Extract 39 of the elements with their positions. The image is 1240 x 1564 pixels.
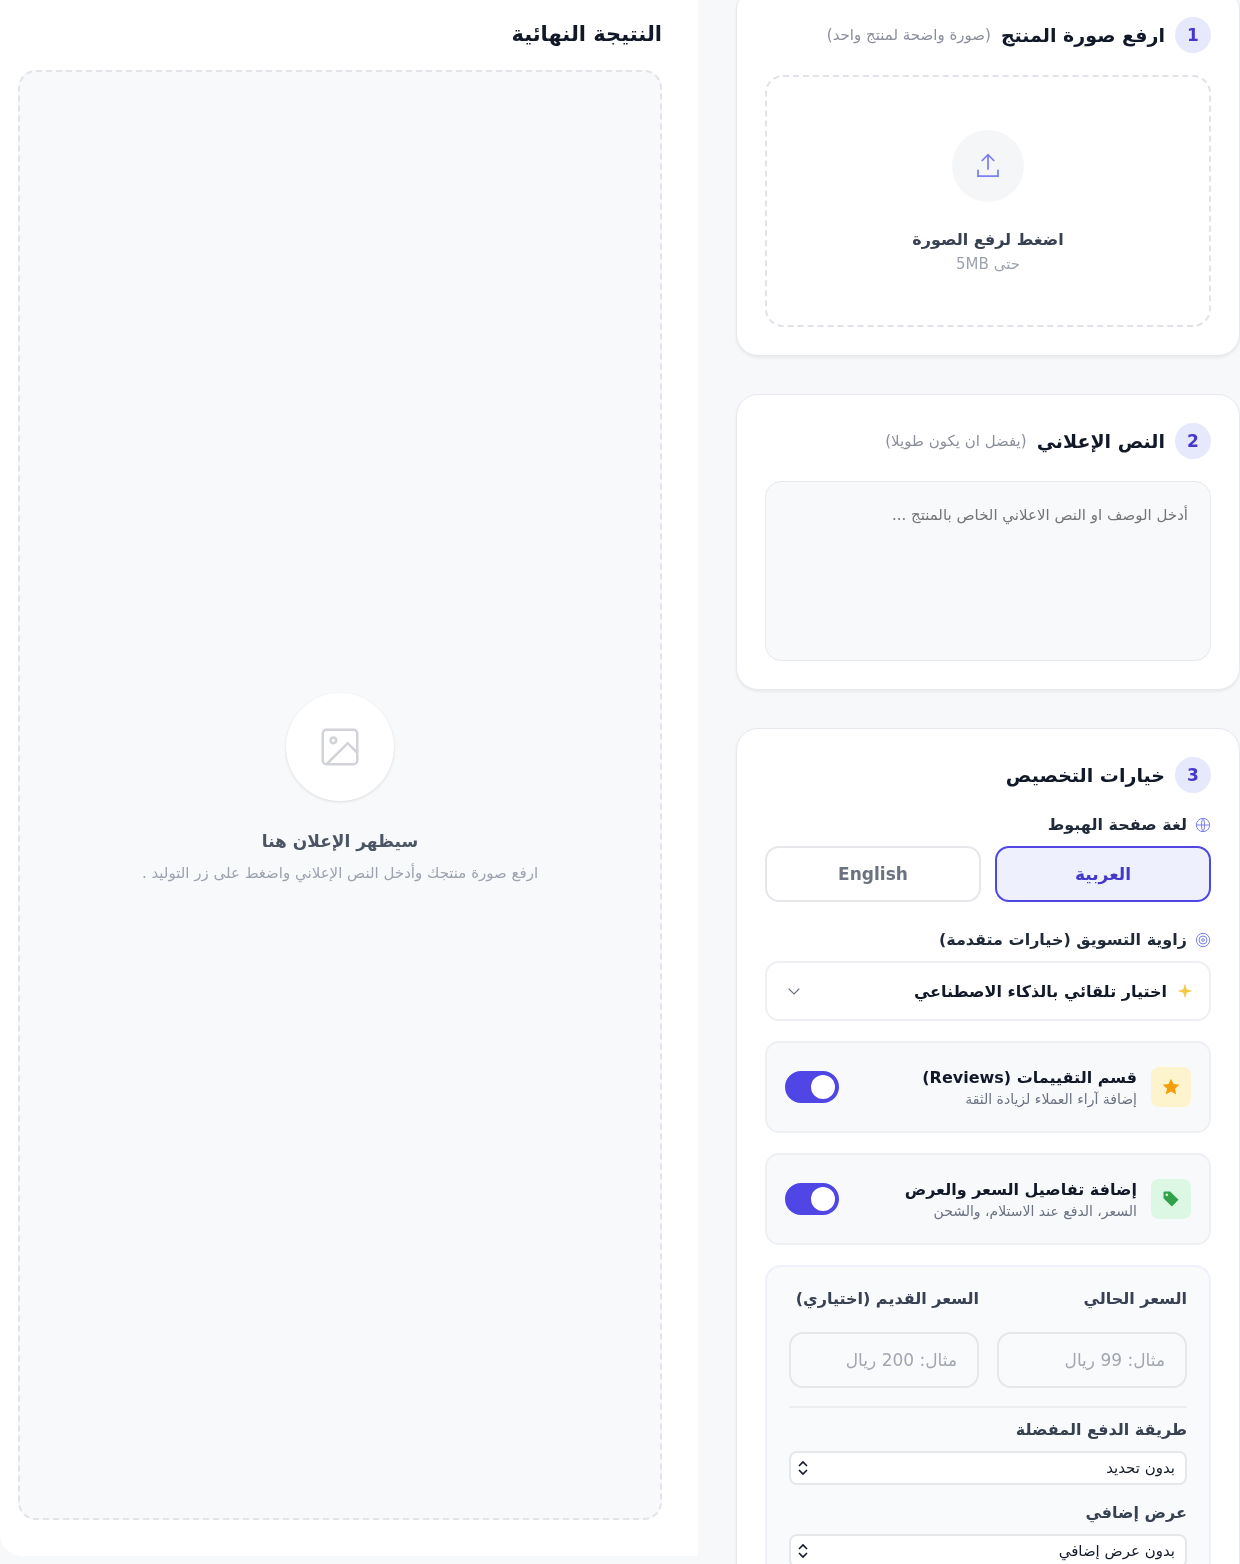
feature-subtitle: إضافة آراء العملاء لزيادة الثقة [964,1090,1137,1107]
field-label: السعر القديم (اختياري) [794,1289,979,1308]
result-title: النتيجة النهائية [510,22,662,46]
section-title: ارفع صورة المنتج [1000,24,1165,46]
payment-select[interactable]: بدون تحديد [789,1451,1187,1485]
feature-title: إضافة تفاصيل السعر والعرض [903,1179,1137,1199]
size-limit: حتى 5MB [956,254,1020,273]
toggle-switch[interactable] [785,1071,839,1103]
empty-text: ارفع صورة منتجك وأدخل النص الإعلاني واضغط على زر التوليد . [141,862,539,885]
step-number: 2 [1175,423,1211,459]
angle-select[interactable]: اختيار تلقائي بالذكاء الاصطناعي [765,961,1211,1021]
section-title: خيارات التخصيص [1005,764,1165,786]
updown-icon [797,1460,809,1476]
step-number: 3 [1175,757,1211,793]
upload-dropzone[interactable]: اضغط لرفع الصورة حتى 5MB [765,75,1211,327]
globe-icon [1195,816,1211,833]
ad-text-field[interactable]: أدخل الوصف او النص الاعلاني الخاص بالمنتج ... [765,481,1211,661]
tag-icon [1151,1179,1191,1219]
toggle-switch[interactable] [785,1183,839,1215]
language-option[interactable]: العربية [995,846,1211,902]
field-label: عرض إضافي [1084,1503,1187,1522]
feature-subtitle: السعر، الدفع عند الاستلام، والشحن [932,1202,1137,1219]
offer-select[interactable]: بدون عرض إضافي [789,1534,1187,1564]
empty-title: سيظهر الإعلان هنا [261,831,419,852]
field-label: السعر الحالي [1082,1289,1187,1308]
updown-icon [797,1543,809,1559]
price-field[interactable]: مثال: 99 ريال [997,1332,1187,1388]
field-label: طريقة الدفع المفضلة [1014,1420,1187,1439]
section-hint: (صورة واضحة لمنتج واحد) [826,26,991,44]
section-title: النص الإعلاني [1036,430,1165,452]
upload-prompt: اضغط لرفع الصورة [912,229,1064,249]
field-label: زاوية التسويق (خيارات متقدمة) [938,930,1187,949]
target-icon [1195,931,1211,948]
section-hint: (يفضل ان يكون طويلا) [885,432,1027,450]
feature-title: قسم التقييمات (Reviews) [921,1067,1137,1087]
field-label: لغة صفحة الهبوط [1047,815,1187,834]
language-option[interactable]: English [765,846,981,902]
price-field[interactable]: مثال: 200 ريال [789,1332,979,1388]
step-number: 1 [1175,17,1211,53]
